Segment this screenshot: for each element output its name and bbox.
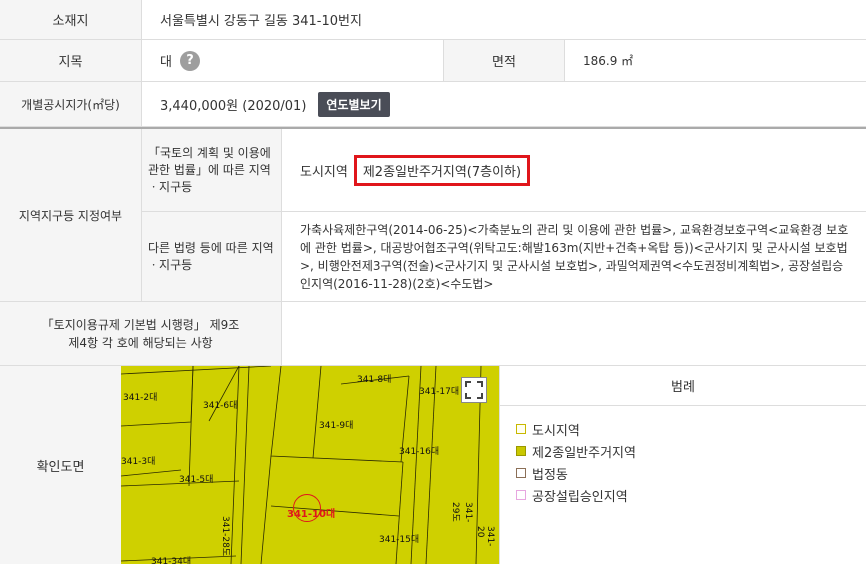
legend-label: 공장설립승인지역 (532, 489, 628, 505)
legend-swatch-urban (516, 424, 526, 434)
legend-item: 도시지역 (516, 418, 866, 440)
row-zoning: 지역지구등 지정여부 「국토의 계획 및 이용에 관한 법률」에 따른 지역ㆍ지… (0, 127, 866, 302)
legend-panel: 범례 도시지역 제2종일반주거지역 법정동 공장설립승인지역 (499, 366, 866, 564)
urban-area-text: 도시지역 (300, 164, 348, 180)
legend-item: 법정동 (516, 462, 866, 484)
road-label: 341-20 (475, 526, 495, 547)
parcel-label: 341-15대 (379, 535, 420, 545)
legend-swatch-residential (516, 446, 526, 456)
land-value-cell: 대 ? (141, 40, 443, 81)
fullscreen-icon[interactable] (461, 377, 487, 403)
row-price: 개별공시지가(㎡당) 3,440,000원 (2020/01) 연도별보기 (0, 82, 866, 127)
legend-item: 공장설립승인지역 (516, 484, 866, 506)
legend-item: 제2종일반주거지역 (516, 440, 866, 462)
legend-label: 법정동 (532, 467, 568, 483)
row-act: 「토지이용규제 기본법 시행령」 제9조 제4항 각 호에 해당되는 사항 (0, 302, 866, 366)
zone-highlight: 제2종일반주거지역(7층이하) (353, 154, 531, 186)
help-icon[interactable]: ? (179, 50, 200, 71)
parcel-label: 341-9대 (319, 421, 354, 431)
parcel-label: 341-34대 (151, 557, 192, 564)
price-label: 개별공시지가(㎡당) (0, 82, 141, 126)
target-parcel-circle (293, 494, 321, 522)
legend-label: 제2종일반주거지역 (532, 445, 636, 461)
row-land: 지목 대 ? 면적 186.9 ㎡ (0, 40, 866, 82)
parcel-label: 341-6대 (203, 401, 238, 411)
national-law-label: 「국토의 계획 및 이용에 관한 법률」에 따른 지역ㆍ지구등 (141, 129, 281, 212)
legend-swatch-district (516, 468, 526, 478)
yearly-view-button[interactable]: 연도별보기 (318, 91, 390, 117)
row-location: 소재지 서울특별시 강동구 길동 341-10번지 (0, 0, 866, 40)
parcel-label: 341-16대 (399, 447, 440, 457)
legend-title: 범례 (500, 366, 866, 406)
price-value-cell: 3,440,000원 (2020/01) 연도별보기 (141, 82, 866, 126)
act-value (281, 302, 866, 365)
road-label: 341-29도 (450, 502, 473, 523)
parcel-label: 341-8대 (357, 375, 392, 385)
location-value: 서울특별시 강동구 길동 341-10번지 (141, 0, 866, 39)
zoning-label: 지역지구등 지정여부 (0, 129, 141, 301)
land-label: 지목 (0, 40, 141, 81)
area-value: 186.9 ㎡ (564, 40, 866, 81)
legend-list: 도시지역 제2종일반주거지역 법정동 공장설립승인지역 (500, 406, 866, 506)
parcel-label: 341-17대 (419, 387, 460, 397)
parcel-label: 341-5대 (179, 475, 214, 485)
map-label: 확인도면 (0, 366, 121, 564)
legend-label: 도시지역 (532, 423, 580, 439)
map-view[interactable]: 341-8대 341-17대 341-2대 341-6대 341-9대 341-… (121, 366, 499, 564)
act-label: 「토지이용규제 기본법 시행령」 제9조 제4항 각 호에 해당되는 사항 (0, 302, 281, 365)
other-law-label: 다른 법령 등에 따른 지역ㆍ지구등 (141, 212, 281, 301)
land-value: 대 (160, 55, 172, 70)
row-map: 확인도면 341-8대 341-17대 341-2대 341-6대 341-9대… (0, 366, 866, 564)
national-law-value: 도시지역 제2종일반주거지역(7층이하) (281, 129, 866, 212)
location-label: 소재지 (0, 0, 141, 39)
other-law-value: 가축사육제한구역(2014-06-25)<가축분뇨의 관리 및 이용에 관한 법… (281, 212, 866, 301)
road-label: 341-28도 (220, 516, 230, 557)
parcel-label: 341-2대 (123, 393, 158, 403)
area-label: 면적 (443, 40, 564, 81)
price-value: 3,440,000원 (2020/01) (160, 98, 307, 114)
parcel-label: 341-3대 (121, 457, 156, 467)
legend-swatch-factory (516, 490, 526, 500)
